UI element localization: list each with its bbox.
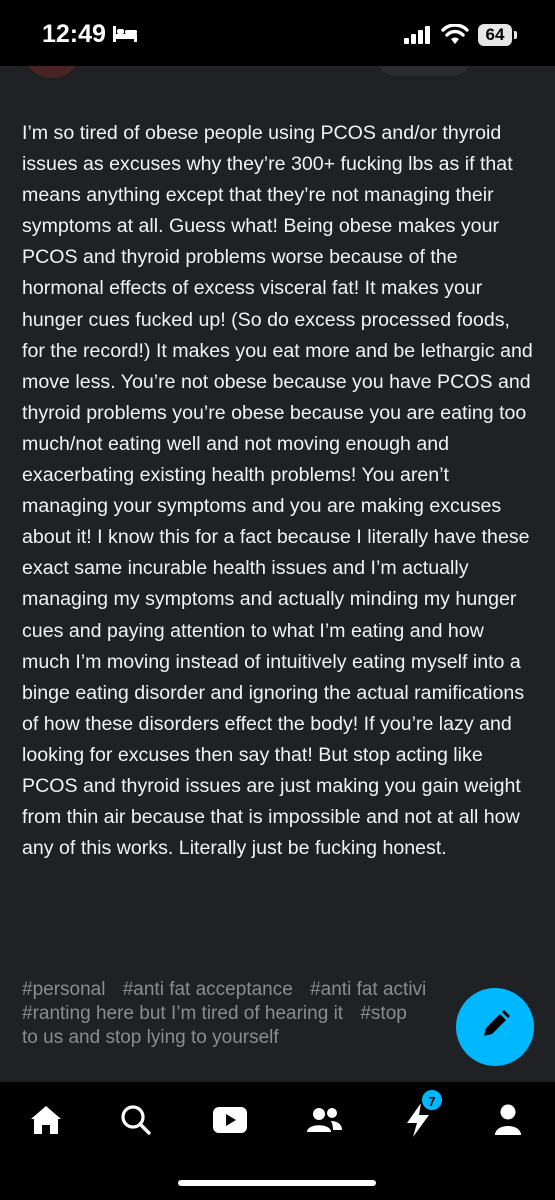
home-indicator <box>178 1180 376 1186</box>
wifi-icon <box>441 23 469 51</box>
nav-community[interactable] <box>302 1100 346 1144</box>
home-icon <box>29 1104 63 1141</box>
bed-icon <box>113 26 137 47</box>
pencil-icon <box>478 1008 512 1047</box>
tag[interactable]: #stop <box>360 1003 406 1024</box>
search-icon <box>119 1103 153 1142</box>
compose-button[interactable] <box>456 988 534 1066</box>
nav-home[interactable] <box>24 1100 68 1144</box>
tag[interactable]: #anti fat acceptance <box>123 979 293 1000</box>
tag[interactable]: #personal <box>22 979 105 1000</box>
battery-cap <box>514 31 517 39</box>
post-card: I’m so tired of obese people using PCOS … <box>0 66 555 1082</box>
tag[interactable]: #anti fat activi <box>310 979 426 1000</box>
avatar[interactable] <box>24 66 80 78</box>
signal-icon <box>404 26 432 49</box>
nav-video[interactable] <box>208 1100 252 1144</box>
community-icon <box>305 1105 343 1140</box>
tag[interactable]: #ranting here but I’m tired of hearing i… <box>22 1003 343 1024</box>
nav-search[interactable] <box>114 1100 158 1144</box>
post-body: I’m so tired of obese people using PCOS … <box>22 122 533 860</box>
notification-badge: 7 <box>420 1088 444 1112</box>
follow-button[interactable] <box>376 66 472 76</box>
nav-account[interactable] <box>486 1100 530 1144</box>
status-time: 12:49 <box>42 20 106 48</box>
tag[interactable]: to us and stop lying to yourself <box>22 1027 279 1048</box>
video-icon <box>212 1105 248 1140</box>
account-icon <box>493 1103 523 1142</box>
battery-indicator: 64 <box>478 24 512 46</box>
status-bar: 12:49 64 <box>0 0 555 66</box>
